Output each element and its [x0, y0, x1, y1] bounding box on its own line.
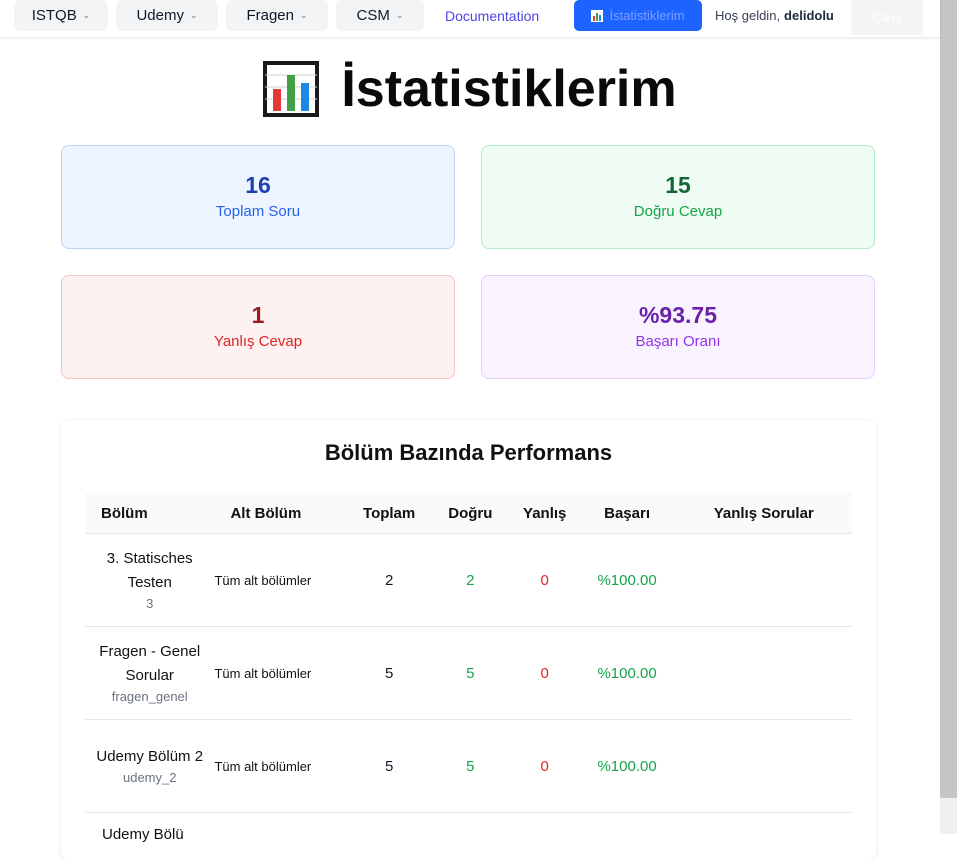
total-cell: 5 [348, 626, 430, 720]
col-header-section: Bölüm [85, 493, 215, 534]
chevron-down-icon: ⌄ [299, 10, 308, 20]
section-cell: Udemy Bölüm 2 udemy_2 [85, 719, 215, 813]
stat-correct-value: 15 [665, 172, 691, 198]
stat-correct-label: Doğru Cevap [633, 203, 723, 220]
section-cell: 3. Statisches Testen 3 [85, 533, 215, 627]
col-header-rate: Başarı [578, 493, 676, 534]
total-cell: 5 [348, 719, 430, 813]
nav-fragen-label: Fragen [246, 7, 294, 24]
stat-card-correct: 15 Doğru Cevap [481, 145, 875, 249]
welcome-prefix: Hoş geldin, [715, 8, 781, 23]
correct-cell: 5 [429, 719, 511, 813]
top-navbar: ISTQB ⌄ Udemy ⌄ Fragen ⌄ CSM ⌄ Documenta… [0, 0, 940, 37]
rate-cell: %100.00 [578, 626, 676, 720]
col-header-wrong-questions: Yanlış Sorular [675, 493, 852, 534]
nav-documentation-link[interactable]: Documentation [445, 0, 539, 31]
performance-title: Bölüm Bazında Performans [324, 440, 613, 465]
nav-udemy[interactable]: Udemy ⌄ [116, 0, 218, 31]
chevron-down-icon: ⌄ [395, 10, 404, 20]
performance-table: Bölüm Alt Bölüm Toplam Doğru Yanlış Başa… [85, 493, 852, 813]
subsection-cell: Tüm alt bölümler [214, 626, 349, 720]
table-row: Fragen - Genel Sorular fragen_genel Tüm … [85, 626, 852, 720]
welcome-text: Hoş geldin, delidolu [715, 0, 834, 31]
section-code: 3 [146, 596, 154, 611]
stat-card-wrong: 1 Yanlış Cevap [61, 275, 455, 379]
section-name: Fragen - Genel Sorular [99, 643, 201, 684]
chevron-down-icon: ⌄ [189, 10, 198, 20]
chevron-down-icon: ⌄ [82, 10, 91, 20]
username: delidolu [784, 8, 834, 23]
col-header-total: Toplam [348, 493, 430, 534]
section-name: 3. Statisches Testen [106, 550, 193, 591]
bar-chart-icon [591, 9, 604, 22]
nav-statistics-label: İstatistiklerim [609, 8, 685, 23]
section-name: Udemy Bölüm 2 [96, 748, 204, 765]
scrollbar-thumb[interactable] [940, 0, 957, 798]
wrong-questions-cell [675, 626, 852, 720]
page-title-text: İstatistiklerim [341, 60, 677, 118]
nav-fragen[interactable]: Fragen ⌄ [226, 0, 328, 31]
nav-statistics-button[interactable]: İstatistiklerim [574, 0, 702, 31]
col-header-wrong: Yanlış [510, 493, 579, 534]
wrong-cell: 0 [510, 533, 579, 627]
section-code: udemy_2 [122, 770, 177, 785]
col-header-subsection: Alt Bölüm [214, 493, 349, 534]
stat-total-value: 16 [245, 172, 271, 198]
nav-udemy-label: Udemy [136, 7, 184, 24]
wrong-questions-cell [675, 533, 852, 627]
nav-istqb[interactable]: ISTQB ⌄ [14, 0, 108, 31]
section-cell: Fragen - Genel Sorular fragen_genel [85, 626, 215, 720]
stat-card-rate: %93.75 Başarı Oranı [481, 275, 875, 379]
nav-csm[interactable]: CSM ⌄ [336, 0, 424, 31]
stat-card-total: 16 Toplam Soru [61, 145, 455, 249]
subsection-cell: Tüm alt bölümler [214, 533, 349, 627]
wrong-cell: 0 [510, 626, 579, 720]
correct-cell: 5 [429, 626, 511, 720]
nav-csm-label: CSM [356, 7, 390, 24]
stat-rate-label: Başarı Oranı [635, 333, 721, 350]
col-header-correct: Doğru [429, 493, 511, 534]
section-code: fragen_genel [111, 689, 188, 704]
table-row: 3. Statisches Testen 3 Tüm alt bölümler … [85, 533, 852, 627]
logout-button[interactable]: Çıkış [851, 0, 923, 35]
page-title: İstatistiklerim [0, 54, 940, 124]
rate-cell: %100.00 [578, 533, 676, 627]
stat-wrong-label: Yanlış Cevap [213, 333, 303, 350]
page-scrollbar[interactable] [940, 0, 957, 834]
rate-cell: %100.00 [578, 719, 676, 813]
total-cell: 2 [348, 533, 430, 627]
stat-rate-value: %93.75 [638, 302, 717, 328]
wrong-cell: 0 [510, 719, 579, 813]
performance-panel: Bölüm Bazında Performans Bölüm Alt Bölüm… [61, 420, 876, 860]
nav-istqb-label: ISTQB [31, 7, 77, 24]
table-header-row: Bölüm Alt Bölüm Toplam Doğru Yanlış Başa… [85, 493, 852, 534]
bar-chart-icon [263, 61, 320, 117]
stat-total-label: Toplam Soru [215, 203, 301, 220]
subsection-cell: Tüm alt bölümler [214, 719, 349, 813]
stat-wrong-value: 1 [251, 302, 265, 328]
partial-section-name: Udemy Bölü [102, 826, 184, 843]
table-row: Udemy Bölüm 2 udemy_2 Tüm alt bölümler 5… [85, 719, 852, 813]
wrong-questions-cell [675, 719, 852, 813]
correct-cell: 2 [429, 533, 511, 627]
